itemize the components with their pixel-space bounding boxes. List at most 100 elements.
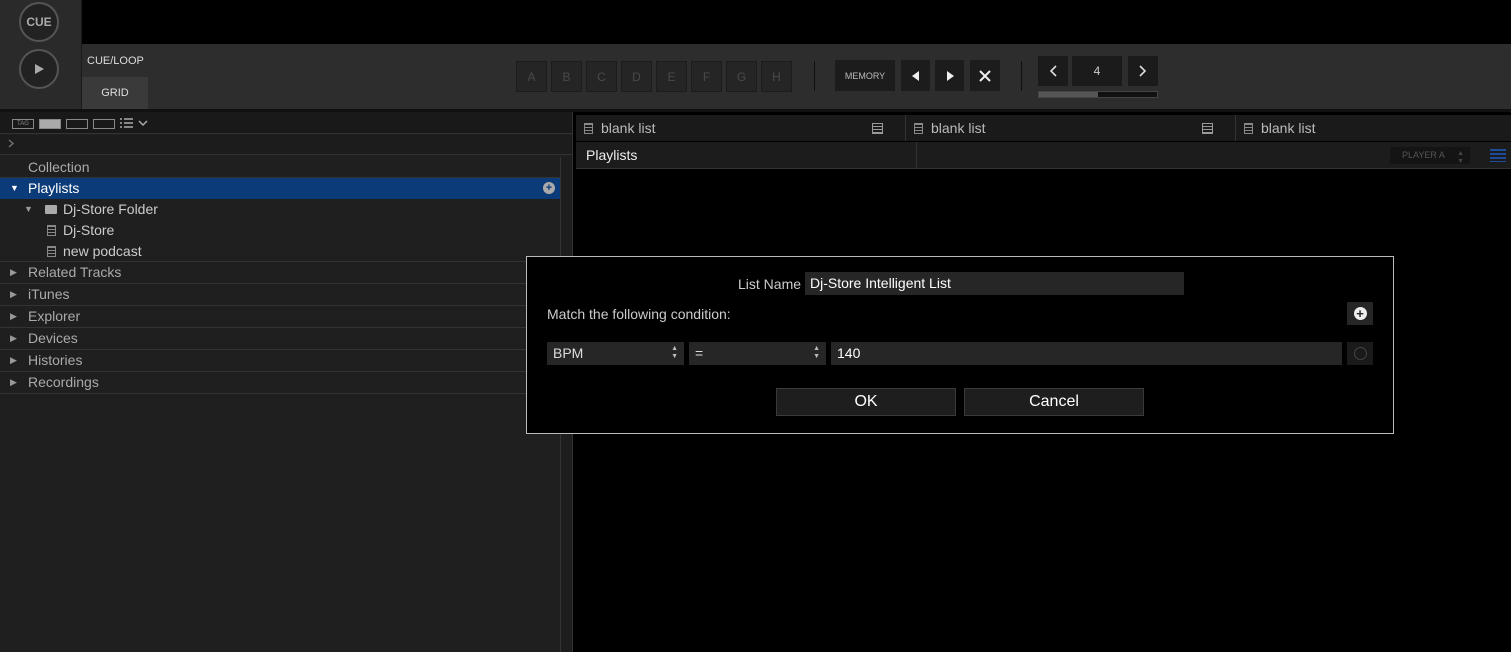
tree-item-label: Devices — [28, 330, 78, 346]
intelligent-list-dialog: List Name Dj-Store Intelligent List Matc… — [526, 256, 1394, 434]
memory-prev-button[interactable] — [901, 60, 930, 91]
tree-item-folder[interactable]: ▼ Dj-Store Folder — [0, 199, 560, 220]
deck-control-bar: CUE/LOOP GRID A B C D E F G H MEMORY 4 — [82, 44, 1511, 109]
beat-increase-button[interactable] — [1128, 56, 1158, 86]
cue-button[interactable]: CUE — [19, 2, 59, 42]
tab-list-1[interactable]: blank list — [576, 115, 906, 141]
tree-item-label: iTunes — [28, 286, 70, 302]
play-button[interactable] — [19, 49, 59, 89]
playlist-icon — [584, 123, 593, 134]
hot-cue-a[interactable]: A — [516, 61, 547, 92]
tree-item-playlist[interactable]: Dj-Store — [0, 220, 560, 241]
playlist-icon — [914, 123, 923, 134]
condition-value-input[interactable]: 140 — [831, 342, 1342, 365]
triangle-right-icon[interactable]: ▶ — [10, 372, 17, 393]
match-condition-label: Match the following condition: — [547, 306, 731, 322]
top-waveform-strip — [82, 0, 1511, 44]
tree-item-label: Histories — [28, 352, 83, 368]
ok-button[interactable]: OK — [776, 388, 956, 416]
hot-cue-h[interactable]: H — [761, 61, 792, 92]
tree-group-recordings[interactable]: ▶ Recordings — [0, 372, 560, 394]
layout-toggle-2[interactable] — [66, 119, 88, 129]
triangle-down-icon[interactable]: ▼ — [10, 178, 19, 199]
list-name-input[interactable]: Dj-Store Intelligent List — [805, 272, 1184, 295]
memory-delete-button[interactable] — [970, 60, 1000, 91]
triangle-right-icon[interactable]: ▶ — [10, 284, 17, 305]
tree-group-devices[interactable]: ▶ Devices — [0, 328, 560, 350]
beat-progress-bar — [1038, 91, 1158, 98]
chevron-left-icon — [1049, 65, 1057, 77]
grid-tab[interactable]: GRID — [82, 77, 148, 109]
tree-group-explorer[interactable]: ▶ Explorer — [0, 306, 560, 328]
condition-field-select[interactable]: BPM ▲ ▼ — [547, 342, 684, 365]
list-view-icon[interactable] — [1490, 149, 1506, 162]
add-condition-button[interactable]: + — [1347, 302, 1373, 325]
beat-jump-value: 4 — [1072, 56, 1122, 86]
tab-label: blank list — [931, 120, 986, 136]
browser-tree: Collection ▼ Playlists + ▼ Dj-Store Fold… — [0, 157, 560, 394]
condition-operator-select[interactable]: = ▲ ▼ — [689, 342, 826, 365]
triangle-right-icon[interactable]: ▶ — [10, 328, 17, 349]
tree-item-label: Related Tracks — [28, 264, 122, 280]
deck-transport: CUE — [0, 0, 82, 109]
browser-panel: TAG Collection ▼ Playlists + ▼ Dj-Store … — [0, 112, 572, 652]
tree-item-label: Playlists — [28, 180, 80, 196]
triangle-right-icon[interactable]: ▶ — [10, 262, 17, 283]
tree-group-related-tracks[interactable]: ▶ Related Tracks — [0, 262, 560, 284]
tab-menu-icon[interactable] — [1202, 123, 1213, 134]
hot-cue-e[interactable]: E — [656, 61, 687, 92]
tree-item-playlist[interactable]: new podcast — [0, 241, 560, 262]
triangle-left-icon — [911, 70, 919, 81]
chevron-right-icon — [8, 139, 14, 148]
memory-button[interactable]: MEMORY — [835, 60, 895, 91]
tree-item-label: Collection — [28, 159, 90, 175]
tag-toggle[interactable]: TAG — [12, 119, 34, 129]
folder-icon — [45, 205, 57, 214]
play-icon — [35, 64, 44, 74]
list-header: Playlists PLAYER A ▲ ▼ — [576, 142, 1511, 169]
chevron-right-icon — [1139, 65, 1147, 77]
hot-cue-b[interactable]: B — [551, 61, 582, 92]
playlist-icon — [1244, 123, 1253, 134]
hot-cue-f[interactable]: F — [691, 61, 722, 92]
layout-toggle-3[interactable] — [93, 119, 115, 129]
triangle-down-icon[interactable]: ▼ — [24, 199, 33, 220]
updown-icon: ▲ ▼ — [1457, 150, 1464, 165]
player-select[interactable]: PLAYER A ▲ ▼ — [1390, 147, 1470, 165]
remove-condition-button[interactable] — [1347, 342, 1373, 365]
beat-decrease-button[interactable] — [1038, 56, 1068, 86]
playlist-icon — [47, 246, 56, 257]
cueloop-label: CUE/LOOP — [87, 55, 144, 67]
hot-cue-d[interactable]: D — [621, 61, 652, 92]
separator — [814, 61, 815, 91]
triangle-right-icon[interactable]: ▶ — [10, 306, 17, 327]
list-menu-icon[interactable] — [120, 118, 150, 129]
tree-item-playlists[interactable]: ▼ Playlists + — [0, 178, 560, 199]
add-playlist-icon[interactable]: + — [543, 182, 555, 194]
triangle-right-icon[interactable]: ▶ — [10, 350, 17, 371]
tree-item-collection[interactable]: Collection — [0, 157, 560, 178]
tree-group-itunes[interactable]: ▶ iTunes — [0, 284, 560, 306]
condition-operator-value: = — [695, 345, 704, 361]
list-title: Playlists — [586, 147, 638, 163]
tab-list-3[interactable]: blank list — [1236, 115, 1511, 141]
cancel-button[interactable]: Cancel — [964, 388, 1144, 416]
updown-icon: ▲ ▼ — [671, 345, 678, 360]
minus-circle-icon — [1353, 347, 1367, 360]
playlist-icon — [47, 225, 56, 236]
browser-toolbar: TAG — [0, 112, 572, 134]
tree-group-histories[interactable]: ▶ Histories — [0, 350, 560, 372]
tab-menu-icon[interactable] — [872, 123, 883, 134]
plus-circle-icon: + — [1353, 307, 1367, 320]
hot-cue-c[interactable]: C — [586, 61, 617, 92]
tree-item-label: new podcast — [63, 243, 142, 259]
tab-list-2[interactable]: blank list — [906, 115, 1236, 141]
expand-row[interactable] — [0, 135, 572, 155]
hot-cue-g[interactable]: G — [726, 61, 757, 92]
close-icon — [979, 69, 991, 82]
separator — [1021, 61, 1022, 91]
layout-toggle-1[interactable] — [39, 119, 61, 129]
memory-next-button[interactable] — [935, 60, 964, 91]
tree-item-label: Recordings — [28, 374, 99, 390]
list-tabs: blank list blank list blank list — [576, 115, 1511, 141]
